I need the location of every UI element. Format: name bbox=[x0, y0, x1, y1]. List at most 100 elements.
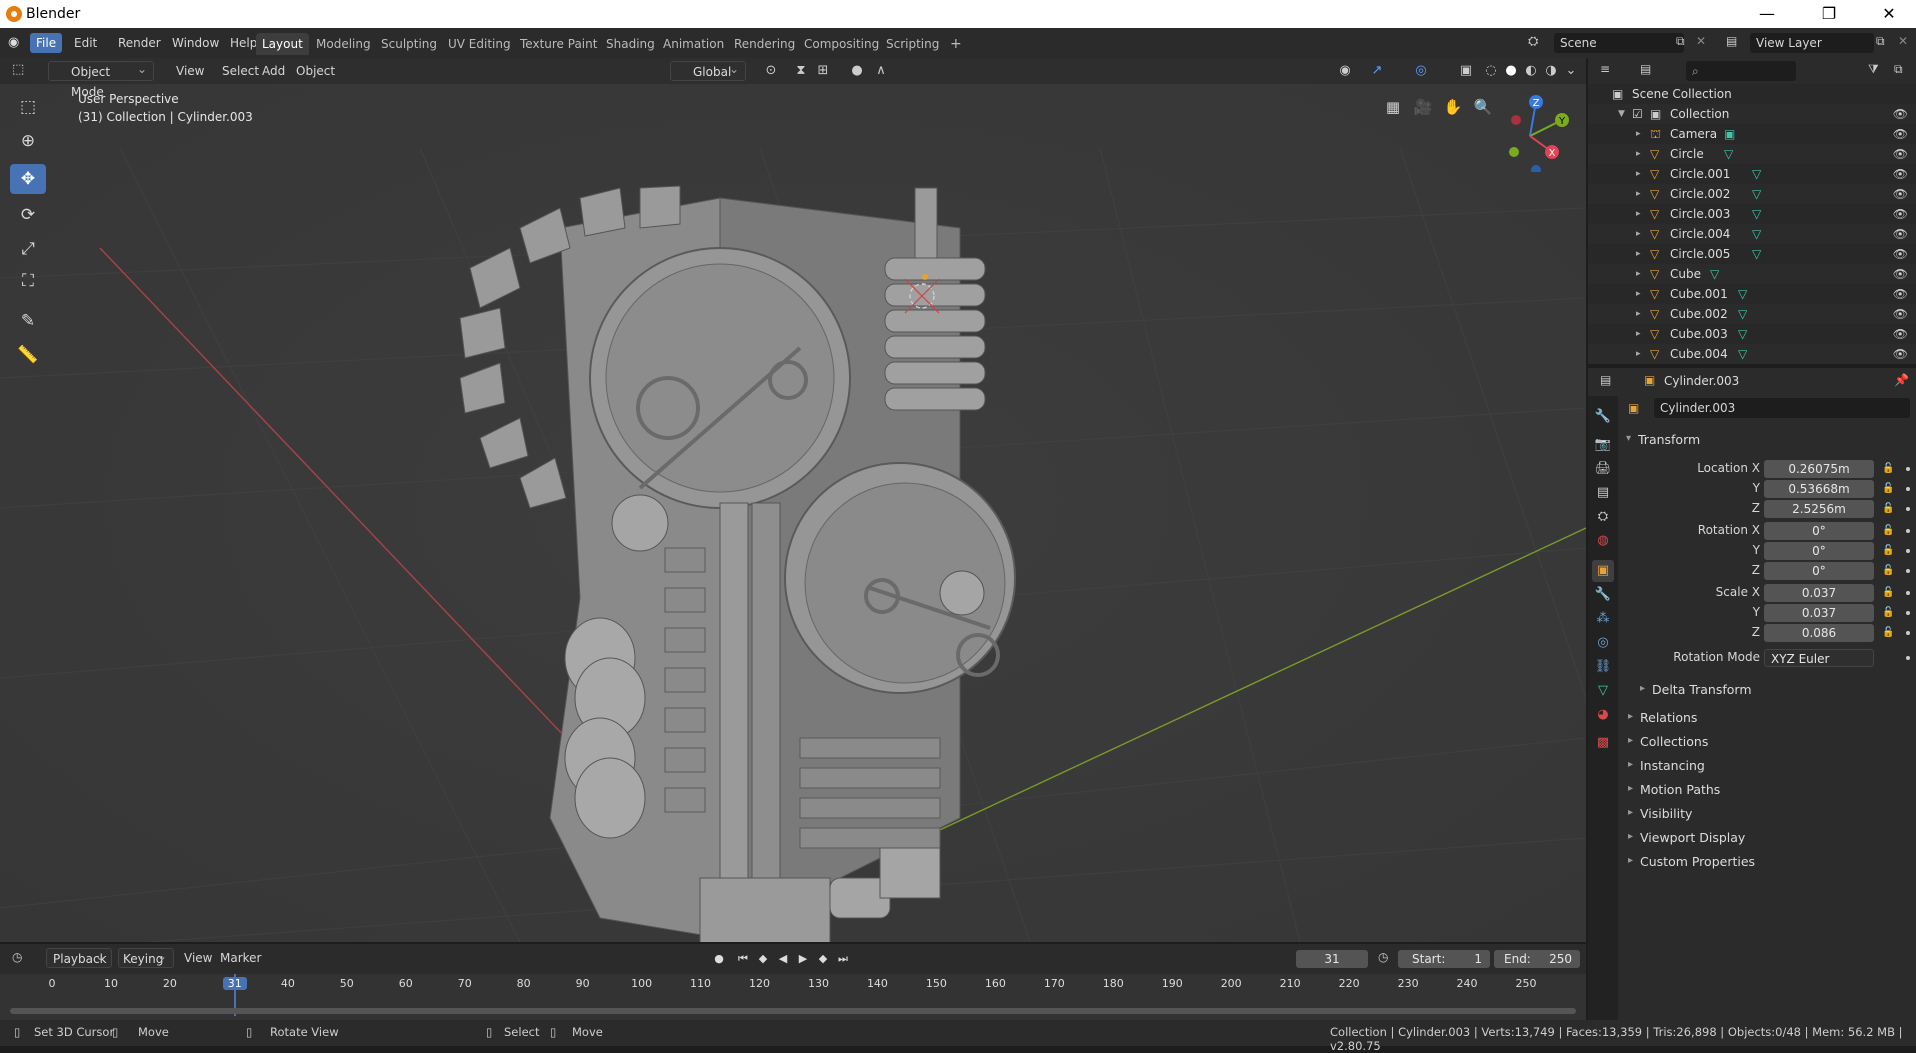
tab-texture-paint[interactable]: Texture Paint bbox=[514, 33, 603, 55]
tab-animation[interactable]: Animation bbox=[657, 33, 730, 55]
chevron-right-icon[interactable]: ▸ bbox=[1636, 244, 1641, 264]
display-mode-icon[interactable]: ▤ bbox=[1640, 62, 1651, 76]
delta-transform-header[interactable]: Delta Transform bbox=[1640, 682, 1751, 697]
frame-start-field[interactable]: Start: 1 bbox=[1398, 950, 1490, 968]
wireframe-shading-icon[interactable]: ◌ bbox=[1480, 61, 1502, 81]
rotation-z-field[interactable]: 0° bbox=[1764, 562, 1874, 580]
location-x-field[interactable]: 0.26075m bbox=[1764, 460, 1874, 478]
chevron-right-icon[interactable]: ▸ bbox=[1636, 304, 1641, 324]
new-collection-icon[interactable]: ⧉ bbox=[1894, 62, 1903, 77]
mesh-data-icon[interactable]: ▽ bbox=[1724, 144, 1733, 164]
texture-tab-icon[interactable]: ▩ bbox=[1592, 732, 1614, 754]
transform-orientation-dropdown[interactable]: Global bbox=[670, 59, 746, 81]
chevron-right-icon[interactable]: ▸ bbox=[1636, 164, 1641, 184]
jump-start-icon[interactable]: ⏮ bbox=[734, 950, 752, 968]
world-tab-icon[interactable]: ◍ bbox=[1592, 530, 1614, 552]
panel-header-viewport-display[interactable]: Viewport Display bbox=[1628, 830, 1745, 845]
tool-tab-icon[interactable]: 🔧 bbox=[1592, 406, 1614, 428]
chevron-right-icon[interactable]: ▸ bbox=[1636, 204, 1641, 224]
rendered-shading-icon[interactable]: ◑ bbox=[1540, 61, 1562, 81]
eye-icon[interactable]: 👁 bbox=[1893, 244, 1908, 264]
keyframe-dot-icon[interactable] bbox=[1906, 656, 1910, 660]
outliner-item[interactable]: ▸ ▽ Cube.003 ▽ 👁 bbox=[1588, 324, 1916, 344]
add-workspace-button[interactable]: + bbox=[944, 33, 968, 55]
tab-layout[interactable]: Layout bbox=[256, 33, 309, 55]
outliner-collection[interactable]: ▼ ☑ ▣ Collection 👁 bbox=[1588, 104, 1916, 124]
move-tool-icon[interactable]: ✥ bbox=[10, 164, 46, 194]
mesh-data-icon[interactable]: ▽ bbox=[1738, 304, 1747, 324]
outliner-item[interactable]: ▸ ▽ Circle.005 ▽ 👁 bbox=[1588, 244, 1916, 264]
close-button[interactable]: ✕ bbox=[1862, 0, 1916, 28]
pivot-point-icon[interactable]: ⊙ bbox=[760, 61, 782, 81]
properties-editor-icon[interactable]: ▤ bbox=[1600, 373, 1611, 387]
transform-tool-icon[interactable]: ⛶ bbox=[10, 266, 46, 296]
view-layer-icon[interactable]: ▤ bbox=[1726, 34, 1737, 48]
cursor-tool-icon[interactable]: ⊕ bbox=[10, 126, 46, 156]
solid-shading-icon[interactable]: ● bbox=[1500, 61, 1522, 81]
chevron-right-icon[interactable]: ▸ bbox=[1636, 144, 1641, 164]
viewport-menu-view[interactable]: View bbox=[170, 61, 210, 81]
tab-scripting[interactable]: Scripting bbox=[880, 33, 945, 55]
material-tab-icon[interactable]: ◕ bbox=[1592, 704, 1614, 726]
keying-menu[interactable]: Keying bbox=[118, 946, 174, 968]
transform-panel-header[interactable]: Transform bbox=[1626, 432, 1700, 447]
menu-edit[interactable]: Edit bbox=[68, 33, 103, 53]
eye-icon[interactable]: 👁 bbox=[1893, 304, 1908, 324]
outliner-item[interactable]: ▸ ▽ Cube.001 ▽ 👁 bbox=[1588, 284, 1916, 304]
scale-z-field[interactable]: 0.086 bbox=[1764, 624, 1874, 642]
keyframe-dot-icon[interactable] bbox=[1906, 549, 1910, 553]
visibility-icon[interactable]: ◉ bbox=[1334, 61, 1356, 81]
eye-icon[interactable]: 👁 bbox=[1893, 224, 1908, 244]
snap-target-icon[interactable]: ⊞ bbox=[812, 61, 834, 81]
particles-tab-icon[interactable]: ⁂ bbox=[1592, 608, 1614, 630]
panel-header-visibility[interactable]: Visibility bbox=[1628, 806, 1692, 821]
falloff-icon[interactable]: ∧ bbox=[870, 61, 892, 81]
prev-keyframe-icon[interactable]: ◆ bbox=[754, 950, 772, 968]
outliner-item[interactable]: ▸ ▽ Circle.004 ▽ 👁 bbox=[1588, 224, 1916, 244]
scene-tab-icon[interactable]: ⛭ bbox=[1592, 506, 1614, 528]
mesh-data-icon[interactable]: ▽ bbox=[1738, 324, 1747, 344]
outliner-item[interactable]: ▸ ⛫ Camera ▣ 👁 bbox=[1588, 124, 1916, 144]
new-scene-icon[interactable]: ⧉ bbox=[1676, 34, 1685, 49]
location-z-field[interactable]: 2.5256m bbox=[1764, 500, 1874, 518]
select-box-tool-icon[interactable]: ⬚ bbox=[10, 92, 46, 122]
chevron-right-icon[interactable]: ▸ bbox=[1636, 344, 1641, 364]
render-tab-icon[interactable]: 📷 bbox=[1592, 434, 1614, 456]
menu-file[interactable]: File bbox=[30, 33, 63, 53]
delete-scene-icon[interactable]: ✕ bbox=[1696, 34, 1706, 48]
mesh-data-icon[interactable]: ▽ bbox=[1710, 264, 1719, 284]
object-type-icon[interactable]: ▣ bbox=[1628, 401, 1639, 415]
scale-tool-icon[interactable]: ⤢ bbox=[10, 234, 46, 264]
eye-icon[interactable]: 👁 bbox=[1893, 104, 1908, 124]
grid-view-icon[interactable]: ▦ bbox=[1380, 94, 1406, 120]
tab-rendering[interactable]: Rendering bbox=[728, 33, 801, 55]
mesh-data-icon[interactable]: ▽ bbox=[1752, 244, 1761, 264]
pin-icon[interactable]: 📌 bbox=[1894, 373, 1909, 387]
material-shading-icon[interactable]: ◐ bbox=[1520, 61, 1542, 81]
frame-end-field[interactable]: End: 250 bbox=[1494, 950, 1580, 968]
outliner-item[interactable]: ▸ ▽ Cube ▽ 👁 bbox=[1588, 264, 1916, 284]
outliner-item[interactable]: ▸ ▽ Circle ▽ 👁 bbox=[1588, 144, 1916, 164]
play-icon[interactable]: ▶ bbox=[794, 950, 812, 968]
lock-icon[interactable]: 🔓 bbox=[1882, 483, 1894, 494]
checkbox-icon[interactable]: ☑ bbox=[1632, 104, 1643, 124]
chevron-right-icon[interactable]: ▸ bbox=[1636, 324, 1641, 344]
mesh-data-icon[interactable]: ▽ bbox=[1752, 164, 1761, 184]
eye-icon[interactable]: 👁 bbox=[1893, 124, 1908, 144]
chevron-right-icon[interactable]: ▸ bbox=[1636, 124, 1641, 144]
mesh-data-icon[interactable]: ▽ bbox=[1738, 284, 1747, 304]
keyframe-dot-icon[interactable] bbox=[1906, 569, 1910, 573]
object-tab-icon[interactable]: ▣ bbox=[1592, 560, 1614, 582]
scale-y-field[interactable]: 0.037 bbox=[1764, 604, 1874, 622]
maximize-button[interactable]: ❐ bbox=[1802, 0, 1856, 28]
mode-dropdown[interactable]: Object Mode bbox=[48, 59, 154, 99]
outliner-search-input[interactable]: ⌕ bbox=[1686, 61, 1796, 81]
view-layer-field[interactable]: View Layer bbox=[1750, 33, 1874, 53]
outliner-scene-collection[interactable]: ▣ Scene Collection bbox=[1588, 84, 1916, 104]
location-y-field[interactable]: 0.53668m bbox=[1764, 480, 1874, 498]
modifier-tab-icon[interactable]: 🔧 bbox=[1592, 584, 1614, 606]
rotation-mode-dropdown[interactable]: XYZ Euler bbox=[1764, 649, 1874, 667]
lock-icon[interactable]: 🔓 bbox=[1882, 627, 1894, 638]
editor-type-icon[interactable]: ⬚ bbox=[12, 62, 24, 77]
camera-view-icon[interactable]: 🎥 bbox=[1410, 94, 1436, 120]
